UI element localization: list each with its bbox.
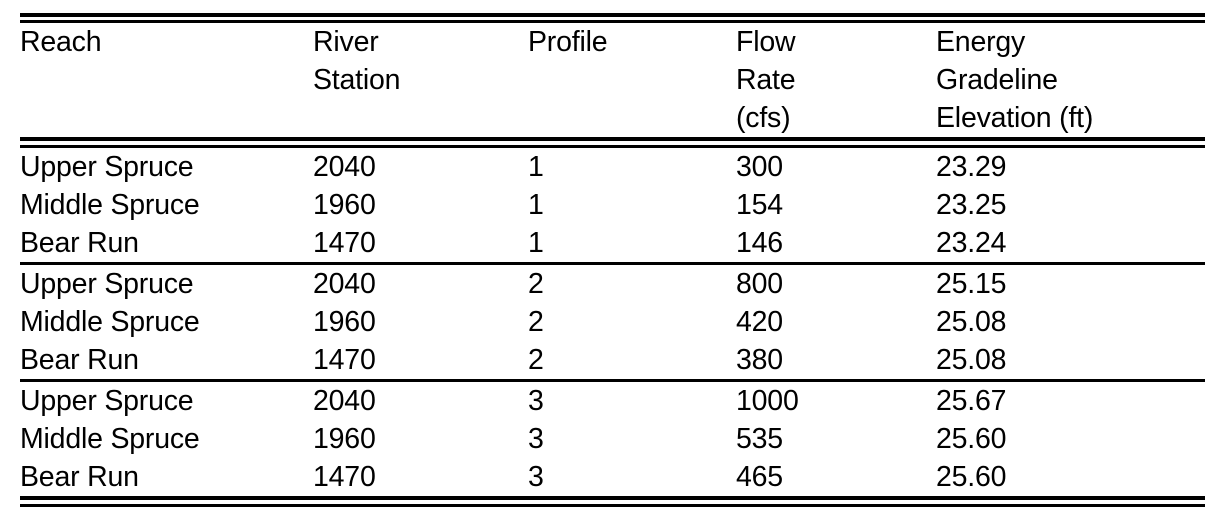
cell-profile: 1 (528, 189, 544, 221)
cell-profile: 3 (528, 461, 544, 493)
table-row[interactable]: Upper Spruce 2040 3 1000 25.67 (20, 382, 1205, 420)
column-header-river-station: River Station (313, 23, 528, 137)
table-row[interactable]: Middle Spruce 1960 3 535 25.60 (20, 420, 1205, 458)
cell-profile: 2 (528, 268, 544, 300)
cell-reach: Middle Spruce (20, 189, 200, 221)
table-row[interactable]: Bear Run 1470 3 465 25.60 (20, 458, 1205, 496)
cell-reach: Bear Run (20, 344, 139, 376)
cell-river-station: 1470 (313, 344, 376, 376)
cell-profile: 3 (528, 385, 544, 417)
table-bottom-double-rule (20, 496, 1205, 507)
cell-reach: Upper Spruce (20, 268, 194, 300)
cell-reach: Bear Run (20, 461, 139, 493)
cell-reach: Middle Spruce (20, 423, 200, 455)
cell-river-station: 1960 (313, 306, 376, 338)
table-row[interactable]: Upper Spruce 2040 2 800 25.15 (20, 265, 1205, 303)
table-header: Reach River Station Profile Flow Rate (c… (20, 23, 1205, 137)
cell-energy-gradeline: 25.60 (936, 423, 1007, 455)
column-header-flow-rate-line-1: Flow (736, 26, 796, 58)
column-header-river-station-line-1: River (313, 26, 379, 58)
cell-reach: Upper Spruce (20, 385, 194, 417)
cell-river-station: 1960 (313, 423, 376, 455)
cell-profile: 1 (528, 227, 544, 259)
table-row[interactable]: Middle Spruce 1960 2 420 25.08 (20, 303, 1205, 341)
column-header-energy-gradeline-line-1: Energy (936, 26, 1026, 58)
cell-river-station: 2040 (313, 151, 376, 183)
column-header-flow-rate: Flow Rate (cfs) (736, 23, 936, 137)
cell-energy-gradeline: 25.67 (936, 385, 1007, 417)
table-row[interactable]: Bear Run 1470 2 380 25.08 (20, 341, 1205, 379)
cell-flow-rate: 535 (736, 423, 783, 455)
cell-reach: Upper Spruce (20, 151, 194, 183)
cell-river-station: 2040 (313, 385, 376, 417)
column-header-reach-line-1: Reach (20, 26, 102, 58)
cell-flow-rate: 1000 (736, 385, 799, 417)
cell-profile: 2 (528, 306, 544, 338)
cell-energy-gradeline: 23.29 (936, 151, 1007, 183)
column-header-reach: Reach (20, 23, 313, 137)
column-header-energy-gradeline-line-2: Gradeline (936, 64, 1058, 96)
cell-profile: 1 (528, 151, 544, 183)
cell-energy-gradeline: 25.08 (936, 306, 1007, 338)
cell-profile: 2 (528, 344, 544, 376)
cell-energy-gradeline: 25.60 (936, 461, 1007, 493)
cell-reach: Middle Spruce (20, 306, 200, 338)
column-header-energy-gradeline: Energy Gradeline Elevation (ft) (936, 23, 1205, 137)
table-row[interactable]: Upper Spruce 2040 1 300 23.29 (20, 148, 1205, 186)
cell-river-station: 2040 (313, 268, 376, 300)
profile-group-3: Upper Spruce 2040 3 1000 25.67 Middle Sp… (20, 382, 1205, 496)
cell-flow-rate: 300 (736, 151, 783, 183)
cell-river-station: 1470 (313, 227, 376, 259)
cell-energy-gradeline: 25.15 (936, 268, 1007, 300)
profile-group-2: Upper Spruce 2040 2 800 25.15 Middle Spr… (20, 265, 1205, 379)
column-header-profile: Profile (528, 23, 736, 137)
table-header-row: Reach River Station Profile Flow Rate (c… (20, 23, 1205, 137)
cell-profile: 3 (528, 423, 544, 455)
column-header-energy-gradeline-line-3: Elevation (ft) (936, 102, 1094, 134)
cell-flow-rate: 800 (736, 268, 783, 300)
cell-river-station: 1470 (313, 461, 376, 493)
column-header-profile-line-1: Profile (528, 26, 608, 58)
table-row[interactable]: Middle Spruce 1960 1 154 23.25 (20, 186, 1205, 224)
results-table: Reach River Station Profile Flow Rate (c… (20, 13, 1205, 507)
column-header-river-station-line-2: Station (313, 64, 401, 96)
cell-energy-gradeline: 23.24 (936, 227, 1007, 259)
column-header-flow-rate-line-3: (cfs) (736, 102, 791, 134)
cell-energy-gradeline: 23.25 (936, 189, 1007, 221)
header-bottom-double-rule (20, 137, 1205, 148)
cell-flow-rate: 146 (736, 227, 783, 259)
cell-energy-gradeline: 25.08 (936, 344, 1007, 376)
table-top-double-rule (20, 13, 1205, 23)
column-header-flow-rate-line-2: Rate (736, 64, 796, 96)
cell-flow-rate: 420 (736, 306, 783, 338)
cell-river-station: 1960 (313, 189, 376, 221)
profile-group-1: Upper Spruce 2040 1 300 23.29 Middle Spr… (20, 148, 1205, 262)
cell-flow-rate: 380 (736, 344, 783, 376)
cell-flow-rate: 154 (736, 189, 783, 221)
table-row[interactable]: Bear Run 1470 1 146 23.24 (20, 224, 1205, 262)
cell-reach: Bear Run (20, 227, 139, 259)
cell-flow-rate: 465 (736, 461, 783, 493)
